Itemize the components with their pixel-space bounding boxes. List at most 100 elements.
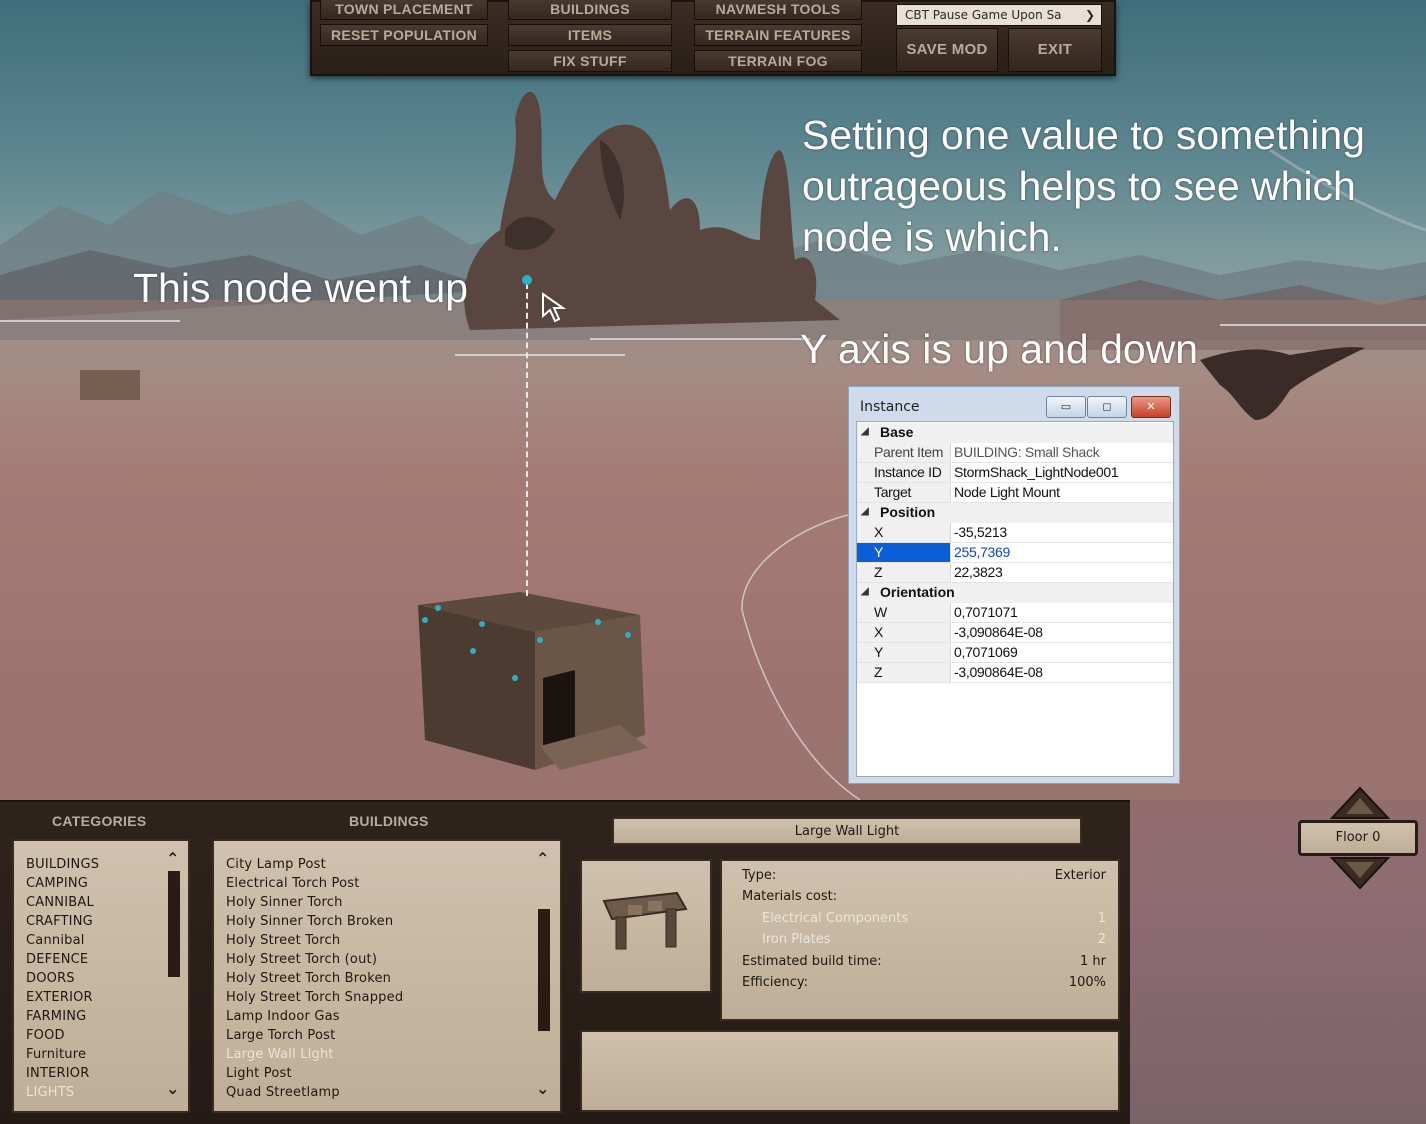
- property-name: Parent Item: [857, 443, 951, 463]
- annotation-y-axis: Y axis is up and down: [800, 326, 1199, 372]
- category-item[interactable]: CAMPING: [26, 876, 88, 891]
- building-details: Type: Exterior Materials cost: Electrica…: [720, 859, 1120, 1021]
- building-item[interactable]: City Lamp Post: [226, 857, 326, 872]
- building-item[interactable]: Holy Street Torch (out): [226, 952, 377, 967]
- property-value[interactable]: 255,7369: [952, 543, 1173, 563]
- buildings-button[interactable]: BUILDINGS: [508, 0, 672, 20]
- category-item[interactable]: CANNIBAL: [26, 895, 94, 910]
- category-item[interactable]: EXTERIOR: [26, 990, 93, 1005]
- categories-scrollbar[interactable]: [168, 871, 180, 977]
- town-placement-button[interactable]: TOWN PLACEMENT: [320, 0, 488, 20]
- type-value: Exterior: [1054, 868, 1106, 883]
- buildings-list[interactable]: City Lamp Post Electrical Torch Post Hol…: [212, 839, 562, 1113]
- category-base[interactable]: ◢ Base: [857, 423, 1173, 443]
- building-item[interactable]: Large Torch Post: [226, 1028, 335, 1043]
- pause-game-select[interactable]: CBT Pause Game Upon Sa ❯: [896, 4, 1102, 26]
- property-row[interactable]: Parent Item BUILDING: Small Shack: [857, 443, 1173, 463]
- building-item[interactable]: Electrical Torch Post: [226, 876, 360, 891]
- instance-window[interactable]: Instance ▭ ◻ ✕ ◢ Base Parent Item BUILDI…: [848, 386, 1180, 784]
- annotation-main: Setting one value to something outrageou…: [802, 112, 1365, 260]
- property-row[interactable]: W 0,7071071: [857, 603, 1173, 623]
- scroll-down-icon[interactable]: ⌄: [166, 1079, 179, 1098]
- reset-population-button[interactable]: RESET POPULATION: [320, 24, 488, 46]
- light-node-marker[interactable]: [522, 275, 532, 285]
- property-row[interactable]: X -35,5213: [857, 523, 1173, 543]
- mouse-cursor-icon: [542, 292, 567, 323]
- building-item[interactable]: Lamp Indoor Gas: [226, 1009, 340, 1024]
- build-time-label: Estimated build time:: [742, 954, 882, 969]
- efficiency-label: Efficiency:: [742, 975, 809, 990]
- building-item[interactable]: Holy Sinner Torch Broken: [226, 914, 393, 929]
- category-item[interactable]: Furniture: [26, 1047, 86, 1062]
- property-value[interactable]: -3,090864E-08: [952, 663, 1173, 683]
- floor-selector[interactable]: Floor 0: [1298, 820, 1418, 856]
- property-value[interactable]: -3,090864E-08: [952, 623, 1173, 643]
- annotation-node: This node went up: [133, 265, 469, 311]
- property-name: Z: [857, 563, 951, 583]
- collapse-triangle-icon[interactable]: ◢: [861, 586, 869, 597]
- category-item[interactable]: INTERIOR: [26, 1066, 89, 1081]
- property-value[interactable]: Node Light Mount: [952, 483, 1173, 503]
- building-item[interactable]: Holy Street Torch: [226, 933, 340, 948]
- category-item-selected[interactable]: LIGHTS: [26, 1085, 74, 1100]
- small-shack-model: [418, 592, 648, 770]
- category-position[interactable]: ◢ Position: [857, 503, 1173, 523]
- building-item[interactable]: Holy Sinner Torch: [226, 895, 343, 910]
- category-label: Position: [880, 504, 936, 520]
- property-row[interactable]: Y 0,7071069: [857, 643, 1173, 663]
- property-value[interactable]: BUILDING: Small Shack: [952, 443, 1173, 463]
- type-row: Type: Exterior: [742, 868, 1106, 883]
- building-item[interactable]: Holy Street Torch Snapped: [226, 990, 403, 1005]
- property-row[interactable]: Instance ID StormShack_LightNode001: [857, 463, 1173, 483]
- scroll-down-icon[interactable]: ⌄: [536, 1079, 549, 1098]
- category-orientation[interactable]: ◢ Orientation: [857, 583, 1173, 603]
- game-viewport[interactable]: Setting one value to something outrageou…: [0, 0, 1426, 1124]
- property-value[interactable]: StormShack_LightNode001: [952, 463, 1173, 483]
- category-item[interactable]: FOOD: [26, 1028, 65, 1043]
- collapse-triangle-icon[interactable]: ◢: [861, 426, 869, 437]
- terrain-fog-button[interactable]: TERRAIN FOG: [694, 50, 862, 72]
- buildings-scrollbar[interactable]: [538, 909, 550, 1031]
- wall-light-preview-icon: [602, 891, 688, 950]
- save-mod-button[interactable]: SAVE MOD: [896, 28, 998, 72]
- category-item[interactable]: Cannibal: [26, 933, 85, 948]
- categories-list[interactable]: BUILDINGS CAMPING CANNIBAL CRAFTING Cann…: [12, 839, 190, 1113]
- maximize-button[interactable]: ◻: [1087, 396, 1127, 418]
- property-row[interactable]: X -3,090864E-08: [857, 623, 1173, 643]
- property-value[interactable]: 0,7071069: [952, 643, 1173, 663]
- property-row[interactable]: Target Node Light Mount: [857, 483, 1173, 503]
- floor-down-arrow-icon[interactable]: [1330, 856, 1390, 892]
- build-time-value: 1 hr: [1080, 954, 1106, 969]
- property-value[interactable]: 22,3823: [952, 563, 1173, 583]
- property-value[interactable]: -35,5213: [952, 523, 1173, 543]
- scroll-up-icon[interactable]: ⌃: [166, 849, 179, 868]
- category-item[interactable]: CRAFTING: [26, 914, 93, 929]
- items-button[interactable]: ITEMS: [508, 24, 672, 46]
- building-item-selected[interactable]: Large Wall Light: [226, 1047, 334, 1062]
- scroll-up-icon[interactable]: ⌃: [536, 849, 549, 868]
- building-item[interactable]: Quad Streetlamp: [226, 1085, 340, 1100]
- property-row-selected[interactable]: Y 255,7369: [857, 543, 1173, 563]
- minimize-button[interactable]: ▭: [1046, 396, 1086, 418]
- property-row[interactable]: Z -3,090864E-08: [857, 663, 1173, 683]
- building-item[interactable]: Holy Street Torch Broken: [226, 971, 391, 986]
- floor-up-arrow-icon[interactable]: [1330, 784, 1390, 820]
- selected-building-title: Large Wall Light: [794, 824, 900, 839]
- terrain-features-button[interactable]: TERRAIN FEATURES: [694, 24, 862, 46]
- close-button[interactable]: ✕: [1131, 396, 1171, 418]
- navmesh-tools-button[interactable]: NAVMESH TOOLS: [694, 0, 862, 20]
- top-toolbar: TOWN PLACEMENT RESET POPULATION BUILDING…: [310, 0, 1116, 76]
- category-item[interactable]: DOORS: [26, 971, 75, 986]
- material-row: Electrical Components 1: [762, 911, 1106, 926]
- property-value[interactable]: 0,7071071: [952, 603, 1173, 623]
- category-item[interactable]: DEFENCE: [26, 952, 88, 967]
- property-grid[interactable]: ◢ Base Parent Item BUILDING: Small Shack…: [856, 421, 1174, 777]
- efficiency-value: 100%: [1068, 975, 1106, 990]
- building-item[interactable]: Light Post: [226, 1066, 292, 1081]
- category-item[interactable]: FARMING: [26, 1009, 86, 1024]
- property-row[interactable]: Z 22,3823: [857, 563, 1173, 583]
- collapse-triangle-icon[interactable]: ◢: [861, 506, 869, 517]
- category-item[interactable]: BUILDINGS: [26, 857, 99, 872]
- exit-button[interactable]: EXIT: [1008, 28, 1102, 72]
- fix-stuff-button[interactable]: FIX STUFF: [508, 50, 672, 72]
